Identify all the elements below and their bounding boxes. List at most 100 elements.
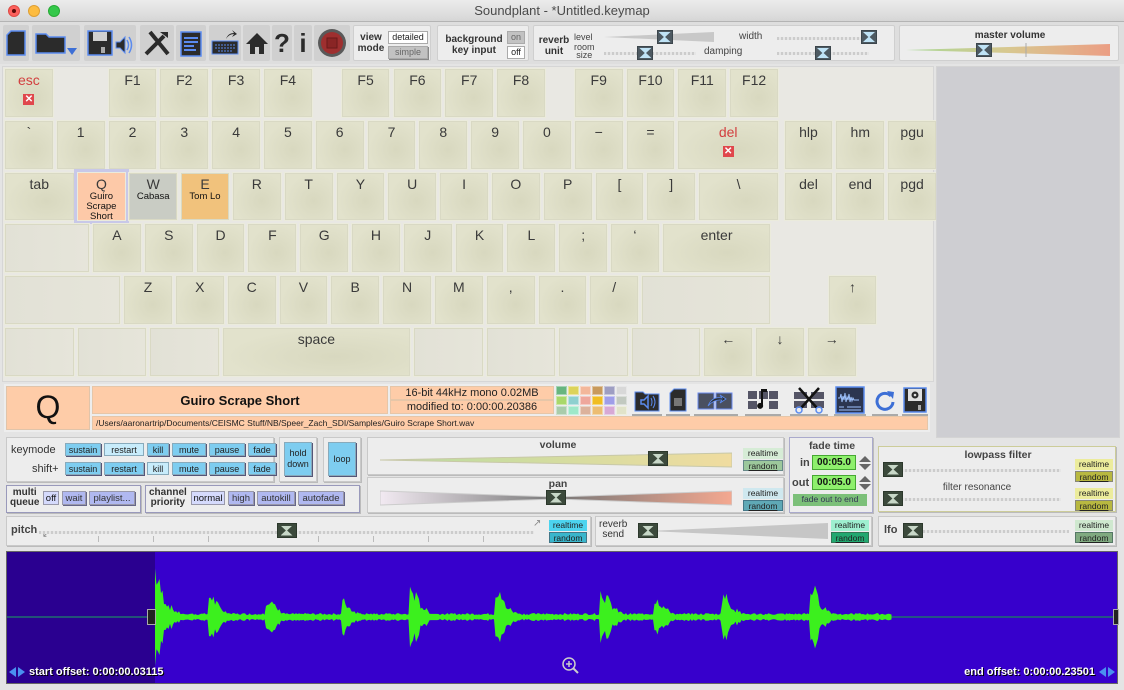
key-blank-4-9[interactable]: , xyxy=(485,275,536,325)
key-blank-2-12[interactable]: [ xyxy=(594,171,645,222)
key-6[interactable]: 6 xyxy=(314,119,365,170)
reverb-width-slider-thumb[interactable] xyxy=(861,30,877,44)
key-d[interactable]: D xyxy=(195,223,246,274)
key-blank-5-7[interactable] xyxy=(558,327,629,377)
key-blank-3-11[interactable]: ; xyxy=(558,223,609,274)
end-offset-decrease-icon[interactable] xyxy=(1099,667,1106,678)
key-blank-4-12[interactable] xyxy=(641,275,772,325)
keymode-sustain-button[interactable]: sustain xyxy=(65,443,101,456)
key-end[interactable]: end xyxy=(835,171,886,222)
multi-queue-wait-button[interactable]: wait xyxy=(62,491,86,505)
load-sound-button[interactable] xyxy=(632,386,662,416)
channel-priority-high-button[interactable]: high xyxy=(228,491,254,505)
palette-swatch[interactable] xyxy=(568,396,579,405)
key-f10[interactable]: F10 xyxy=(625,68,676,118)
reload-sound-button[interactable] xyxy=(872,386,898,416)
lfo-slider-thumb[interactable] xyxy=(903,523,923,538)
key-blank-5-6[interactable] xyxy=(485,327,557,377)
view-mode-detailed-button[interactable]: detailed xyxy=(388,31,428,44)
key-7[interactable]: 7 xyxy=(366,119,417,170)
new-keymap-button[interactable] xyxy=(3,25,29,61)
palette-swatch[interactable] xyxy=(580,396,591,405)
shift-keymode-mute-button[interactable]: mute xyxy=(172,462,206,475)
reverb-level-slider-thumb[interactable] xyxy=(656,30,673,44)
palette-swatch[interactable] xyxy=(580,386,591,395)
key-blank-3-12[interactable]: ‘ xyxy=(610,223,660,274)
key-0[interactable]: 0 xyxy=(522,119,572,170)
palette-swatch[interactable] xyxy=(568,406,579,415)
palette-swatch[interactable] xyxy=(592,406,603,415)
key-o[interactable]: O xyxy=(490,171,541,222)
key-hlp[interactable]: hlp xyxy=(783,119,834,170)
channel-priority-autofade-button[interactable]: autofade xyxy=(298,491,344,505)
fade-out-stepper[interactable] xyxy=(858,475,872,491)
key-1[interactable]: 1 xyxy=(55,119,106,170)
palette-swatch[interactable] xyxy=(556,396,567,405)
key-f4[interactable]: F4 xyxy=(263,68,313,118)
key-8[interactable]: 8 xyxy=(418,119,469,170)
key-5[interactable]: 5 xyxy=(263,119,313,170)
minimize-window-button[interactable] xyxy=(28,5,40,17)
background-input-off-button[interactable]: off xyxy=(507,46,525,59)
volume-realtime-toggle[interactable]: realtime xyxy=(743,448,783,459)
key-blank-5-8[interactable] xyxy=(630,327,702,377)
reverb-damping-slider-thumb[interactable] xyxy=(815,46,831,60)
key-t[interactable]: T xyxy=(283,171,334,222)
lowpass-random-toggle[interactable]: random xyxy=(1075,471,1113,482)
key-l[interactable]: L xyxy=(506,223,557,274)
notes-button[interactable] xyxy=(176,25,206,61)
record-button[interactable] xyxy=(314,25,350,61)
key-pgd[interactable]: pgd xyxy=(887,171,937,222)
key-blank-5-5[interactable] xyxy=(413,327,484,377)
pan-slider-thumb[interactable] xyxy=(546,490,566,505)
background-input-on-button[interactable]: on xyxy=(507,31,525,44)
sound-info-button[interactable] xyxy=(745,386,781,416)
key-z[interactable]: Z xyxy=(123,275,173,325)
key-3[interactable]: 3 xyxy=(159,119,210,170)
multi-queue-playlist-button[interactable]: playlist... xyxy=(89,491,135,505)
keymode-restart-button[interactable]: restart xyxy=(104,443,144,456)
key-f1[interactable]: F1 xyxy=(107,68,158,118)
multi-queue-off-button[interactable]: off xyxy=(43,491,59,505)
key-blank-5-3[interactable] xyxy=(149,327,220,377)
key-f3[interactable]: F3 xyxy=(211,68,261,118)
key-blank-1-13[interactable]: = xyxy=(625,119,676,170)
key-f2[interactable]: F2 xyxy=(159,68,210,118)
palette-swatch[interactable] xyxy=(616,406,627,415)
key-enter[interactable]: enter xyxy=(661,223,772,274)
palette-swatch[interactable] xyxy=(616,386,627,395)
key-tab[interactable]: tab xyxy=(4,171,75,222)
end-offset-increase-icon[interactable] xyxy=(1108,667,1115,678)
end-offset-handle[interactable] xyxy=(1113,609,1119,625)
key-blank-5-1[interactable] xyxy=(4,327,75,377)
master-volume-slider-thumb[interactable] xyxy=(975,43,992,57)
key-j[interactable]: J xyxy=(402,223,453,274)
key-f5[interactable]: F5 xyxy=(340,68,391,118)
key-f7[interactable]: F7 xyxy=(444,68,495,118)
reverb-send-slider-thumb[interactable] xyxy=(638,523,658,538)
keymode-pause-button[interactable]: pause xyxy=(209,443,245,456)
shift-keymode-kill-button[interactable]: kill xyxy=(147,462,169,475)
pitch-random-toggle[interactable]: random xyxy=(549,532,587,543)
shift-keymode-fade-button[interactable]: fade xyxy=(248,462,276,475)
resonance-realtime-toggle[interactable]: realtime xyxy=(1075,488,1113,499)
key-blank-5-2[interactable] xyxy=(76,327,148,377)
start-offset-decrease-icon[interactable] xyxy=(9,667,16,678)
keyboard-export-button[interactable] xyxy=(209,25,241,61)
reverb-send-slider-track[interactable] xyxy=(648,521,828,541)
filter-resonance-slider-thumb[interactable] xyxy=(883,491,903,506)
keymode-kill-button[interactable]: kill xyxy=(147,443,169,456)
key-pgu[interactable]: pgu xyxy=(887,119,937,170)
waveform-view[interactable]: start offset: 0:00:00.03115 end offset: … xyxy=(6,551,1119,684)
palette-swatch[interactable] xyxy=(604,396,615,405)
help-button[interactable]: ? xyxy=(272,25,292,61)
lowpass-filter-slider-thumb[interactable] xyxy=(883,462,903,477)
volume-slider-track[interactable] xyxy=(380,452,732,468)
save-sound-settings-button[interactable] xyxy=(902,386,928,416)
hold-down-button[interactable]: hold down xyxy=(284,442,312,476)
reverb-width-slider-track[interactable] xyxy=(777,37,869,40)
key-b[interactable]: B xyxy=(330,275,381,325)
key-e[interactable]: E Tom Lo xyxy=(180,171,230,222)
pan-realtime-toggle[interactable]: realtime xyxy=(743,488,783,499)
key-blank-1-12[interactable]: − xyxy=(573,119,624,170)
